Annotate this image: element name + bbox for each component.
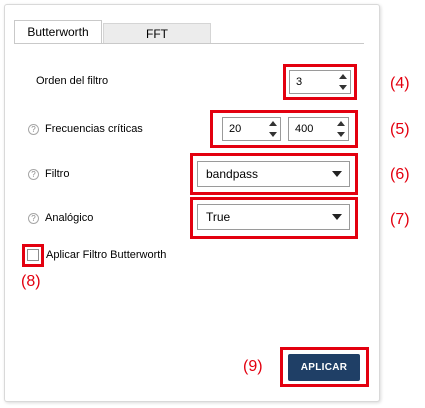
highlight-box-5 [210, 110, 358, 148]
critical-label: ? Frecuencias críticas [28, 121, 143, 137]
filter-label-text: Filtro [45, 168, 70, 180]
help-icon[interactable]: ? [28, 123, 39, 135]
tab-fft[interactable]: FFT [103, 23, 211, 43]
order-label: Orden del filtro [36, 73, 108, 89]
callout-7: (7) [390, 211, 410, 228]
filter-label: ? Filtro [28, 166, 69, 182]
help-icon[interactable]: ? [28, 212, 39, 224]
tab-butterworth[interactable]: Butterworth [14, 20, 102, 43]
tab-divider [14, 43, 364, 44]
callout-4: (4) [390, 75, 410, 92]
help-icon[interactable]: ? [28, 168, 39, 180]
callout-5: (5) [390, 121, 410, 138]
checkbox-label[interactable]: Aplicar Filtro Butterworth [46, 247, 166, 263]
analog-label-text: Analógico [45, 212, 94, 224]
order-label-text: Orden del filtro [36, 75, 109, 87]
callout-9: (9) [243, 358, 263, 375]
highlight-box-7 [190, 197, 358, 239]
checkbox-label-text: Aplicar Filtro Butterworth [46, 249, 167, 261]
highlight-box-8 [22, 244, 44, 267]
callout-8: (8) [21, 273, 41, 290]
highlight-box-9 [280, 347, 369, 387]
critical-label-text: Frecuencias críticas [45, 123, 143, 135]
callout-6: (6) [390, 166, 410, 183]
analog-label: ? Analógico [28, 210, 93, 226]
highlight-box-6 [190, 153, 358, 195]
highlight-box-4 [283, 64, 357, 100]
